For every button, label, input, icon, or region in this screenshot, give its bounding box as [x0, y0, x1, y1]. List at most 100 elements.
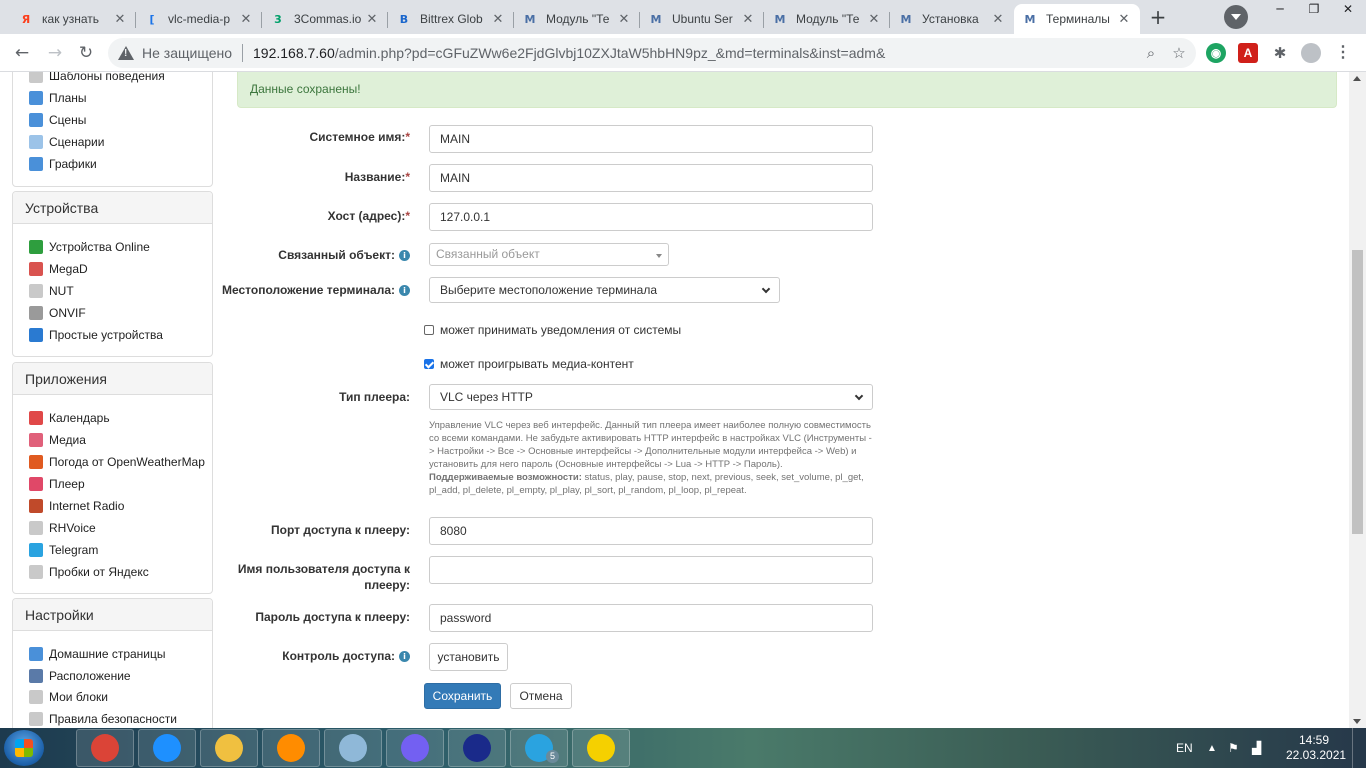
taskbar-clock[interactable]: 14:59 22.03.2021 — [1286, 733, 1346, 763]
scroll-up-arrow-icon[interactable] — [1353, 76, 1361, 81]
show-desktop-button[interactable] — [1352, 728, 1366, 768]
language-indicator[interactable]: EN — [1176, 728, 1193, 768]
taskbar-app-button[interactable] — [386, 729, 444, 767]
sidebar-item[interactable]: Мои блоки — [29, 687, 108, 707]
info-icon[interactable]: i — [399, 651, 410, 662]
pdf-extension-icon[interactable]: A — [1238, 43, 1258, 63]
close-tab-icon[interactable]: ✕ — [112, 12, 128, 27]
sidebar-item[interactable]: Сценарии — [29, 132, 104, 152]
security-label[interactable]: Не защищено — [142, 45, 232, 61]
taskbar-app-button[interactable]: 5 — [510, 729, 568, 767]
forward-arrow-icon[interactable]: → — [43, 41, 67, 65]
browser-tab[interactable]: 3 3Commas.io ✕ — [262, 4, 388, 34]
browser-menu-icon[interactable]: ⋮ — [1333, 43, 1353, 63]
sidebar-item[interactable]: Расположение — [29, 666, 131, 686]
sidebar-item[interactable]: Telegram — [29, 540, 98, 560]
close-window-button[interactable]: ✕ — [1331, 0, 1365, 18]
sidebar-item[interactable]: Сцены — [29, 110, 86, 130]
url-text[interactable]: 192.168.7.60/admin.php?pd=cGFuZWw6e2FjdG… — [253, 45, 885, 61]
sidebar-item[interactable]: Медиа — [29, 430, 86, 450]
reload-icon[interactable]: ↻ — [74, 41, 98, 65]
sidebar-item[interactable]: Простые устройства — [29, 325, 163, 345]
taskbar-app-button[interactable] — [262, 729, 320, 767]
sidebar-item[interactable]: MegaD — [29, 259, 88, 279]
not-secure-warning-icon[interactable] — [118, 45, 134, 61]
can-notify-checkbox[interactable] — [424, 325, 434, 335]
sidebar-item[interactable]: Устройства Online — [29, 237, 150, 257]
taskbar-app-button[interactable] — [572, 729, 630, 767]
taskbar-app-button[interactable] — [76, 729, 134, 767]
maximize-button[interactable]: ❐ — [1297, 0, 1331, 18]
browser-tab[interactable]: M Ubuntu Ser ✕ — [640, 4, 764, 34]
system-name-input[interactable]: MAIN — [429, 125, 873, 153]
action-center-flag-icon[interactable]: ⚑ — [1228, 728, 1239, 768]
sidebar-item[interactable]: Шаблоны поведения — [29, 72, 165, 86]
info-icon[interactable]: i — [399, 285, 410, 296]
sidebar-item[interactable]: Internet Radio — [29, 496, 124, 516]
close-tab-icon[interactable]: ✕ — [1116, 12, 1132, 27]
taskbar-app-button[interactable] — [200, 729, 258, 767]
close-tab-icon[interactable]: ✕ — [990, 12, 1006, 27]
access-control-label: Контроль доступа: i — [230, 649, 410, 663]
browser-tab[interactable]: M Модуль "Те ✕ — [514, 4, 640, 34]
host-input[interactable]: 127.0.0.1 — [429, 203, 873, 231]
taskbar-app-button[interactable] — [324, 729, 382, 767]
new-tab-button[interactable]: + — [1145, 5, 1171, 31]
sidebar-item[interactable]: Графики — [29, 154, 97, 174]
close-tab-icon[interactable]: ✕ — [616, 12, 632, 27]
sidebar-item[interactable]: Правила безопасности — [29, 709, 177, 729]
zoom-icon[interactable]: ⌕ — [1140, 42, 1162, 64]
sidebar-item[interactable]: Домашние страницы — [29, 644, 166, 664]
taskbar-app-button[interactable] — [138, 729, 196, 767]
sidebar-item[interactable]: NUT — [29, 281, 74, 301]
set-access-button[interactable]: установить — [429, 643, 508, 671]
close-tab-icon[interactable]: ✕ — [364, 12, 380, 27]
close-tab-icon[interactable]: ✕ — [238, 12, 254, 27]
port-input[interactable]: 8080 — [429, 517, 873, 545]
password-input[interactable]: password — [429, 604, 873, 632]
info-icon[interactable]: i — [399, 250, 410, 261]
sidebar-item[interactable]: Пробки от Яндекс — [29, 562, 149, 582]
browser-tab[interactable]: M Терминалы ✕ — [1014, 4, 1140, 34]
network-signal-icon[interactable]: ▟ — [1252, 728, 1261, 768]
can-play-checkbox[interactable] — [424, 359, 434, 369]
profile-avatar-icon[interactable] — [1301, 43, 1321, 63]
page-scrollbar[interactable] — [1349, 72, 1366, 728]
close-tab-icon[interactable]: ✕ — [866, 12, 882, 27]
sidebar-item[interactable]: Плеер — [29, 474, 85, 494]
sidebar-item-label: Графики — [49, 157, 97, 171]
cancel-button[interactable]: Отмена — [510, 683, 572, 709]
linked-object-select[interactable]: Связанный объект — [429, 243, 669, 266]
close-tab-icon[interactable]: ✕ — [740, 12, 756, 27]
browser-tab[interactable]: M Установка ✕ — [890, 4, 1014, 34]
taskbar-app-button[interactable] — [448, 729, 506, 767]
scroll-down-arrow-icon[interactable] — [1353, 719, 1361, 724]
title-input[interactable]: MAIN — [429, 164, 873, 192]
location-select[interactable]: Выберите местоположение терминала — [429, 277, 780, 303]
address-bar[interactable]: Не защищено 192.168.7.60/admin.php?pd=cG… — [108, 38, 1196, 68]
browser-tab[interactable]: B Bittrex Glob ✕ — [388, 4, 514, 34]
sidebar-item[interactable]: Погода от OpenWeatherMap — [29, 452, 205, 472]
extensions-puzzle-icon[interactable]: ✱ — [1270, 43, 1290, 63]
scrollbar-thumb[interactable] — [1352, 250, 1363, 534]
browser-tab[interactable]: Якак узнать ✕ — [10, 4, 136, 34]
player-type-select[interactable]: VLC через HTTP — [429, 384, 873, 410]
save-button[interactable]: Сохранить — [424, 683, 501, 709]
can-notify-label[interactable]: может принимать уведомления от системы — [440, 323, 681, 337]
sidebar-item[interactable]: Календарь — [29, 408, 110, 428]
start-button[interactable] — [4, 730, 44, 766]
sidebar-item[interactable]: ONVIF — [29, 303, 86, 323]
sidebar-item[interactable]: Планы — [29, 88, 87, 108]
can-play-label[interactable]: может проигрывать медиа-контент — [440, 357, 634, 371]
browser-tab[interactable]: [vlc-media-p ✕ — [136, 4, 262, 34]
minimize-button[interactable]: ─ — [1263, 0, 1297, 18]
back-arrow-icon[interactable]: ← — [10, 41, 34, 65]
bookmark-star-icon[interactable]: ☆ — [1168, 42, 1190, 64]
username-input[interactable] — [429, 556, 873, 584]
sidebar-item[interactable]: RHVoice — [29, 518, 96, 538]
tab-search-dropdown-icon[interactable] — [1224, 5, 1248, 29]
extension-eye-icon[interactable]: ◉ — [1206, 43, 1226, 63]
browser-tab[interactable]: M Модуль "Те ✕ — [764, 4, 890, 34]
close-tab-icon[interactable]: ✕ — [490, 12, 506, 27]
tray-expand-icon[interactable]: ▲ — [1207, 728, 1217, 768]
